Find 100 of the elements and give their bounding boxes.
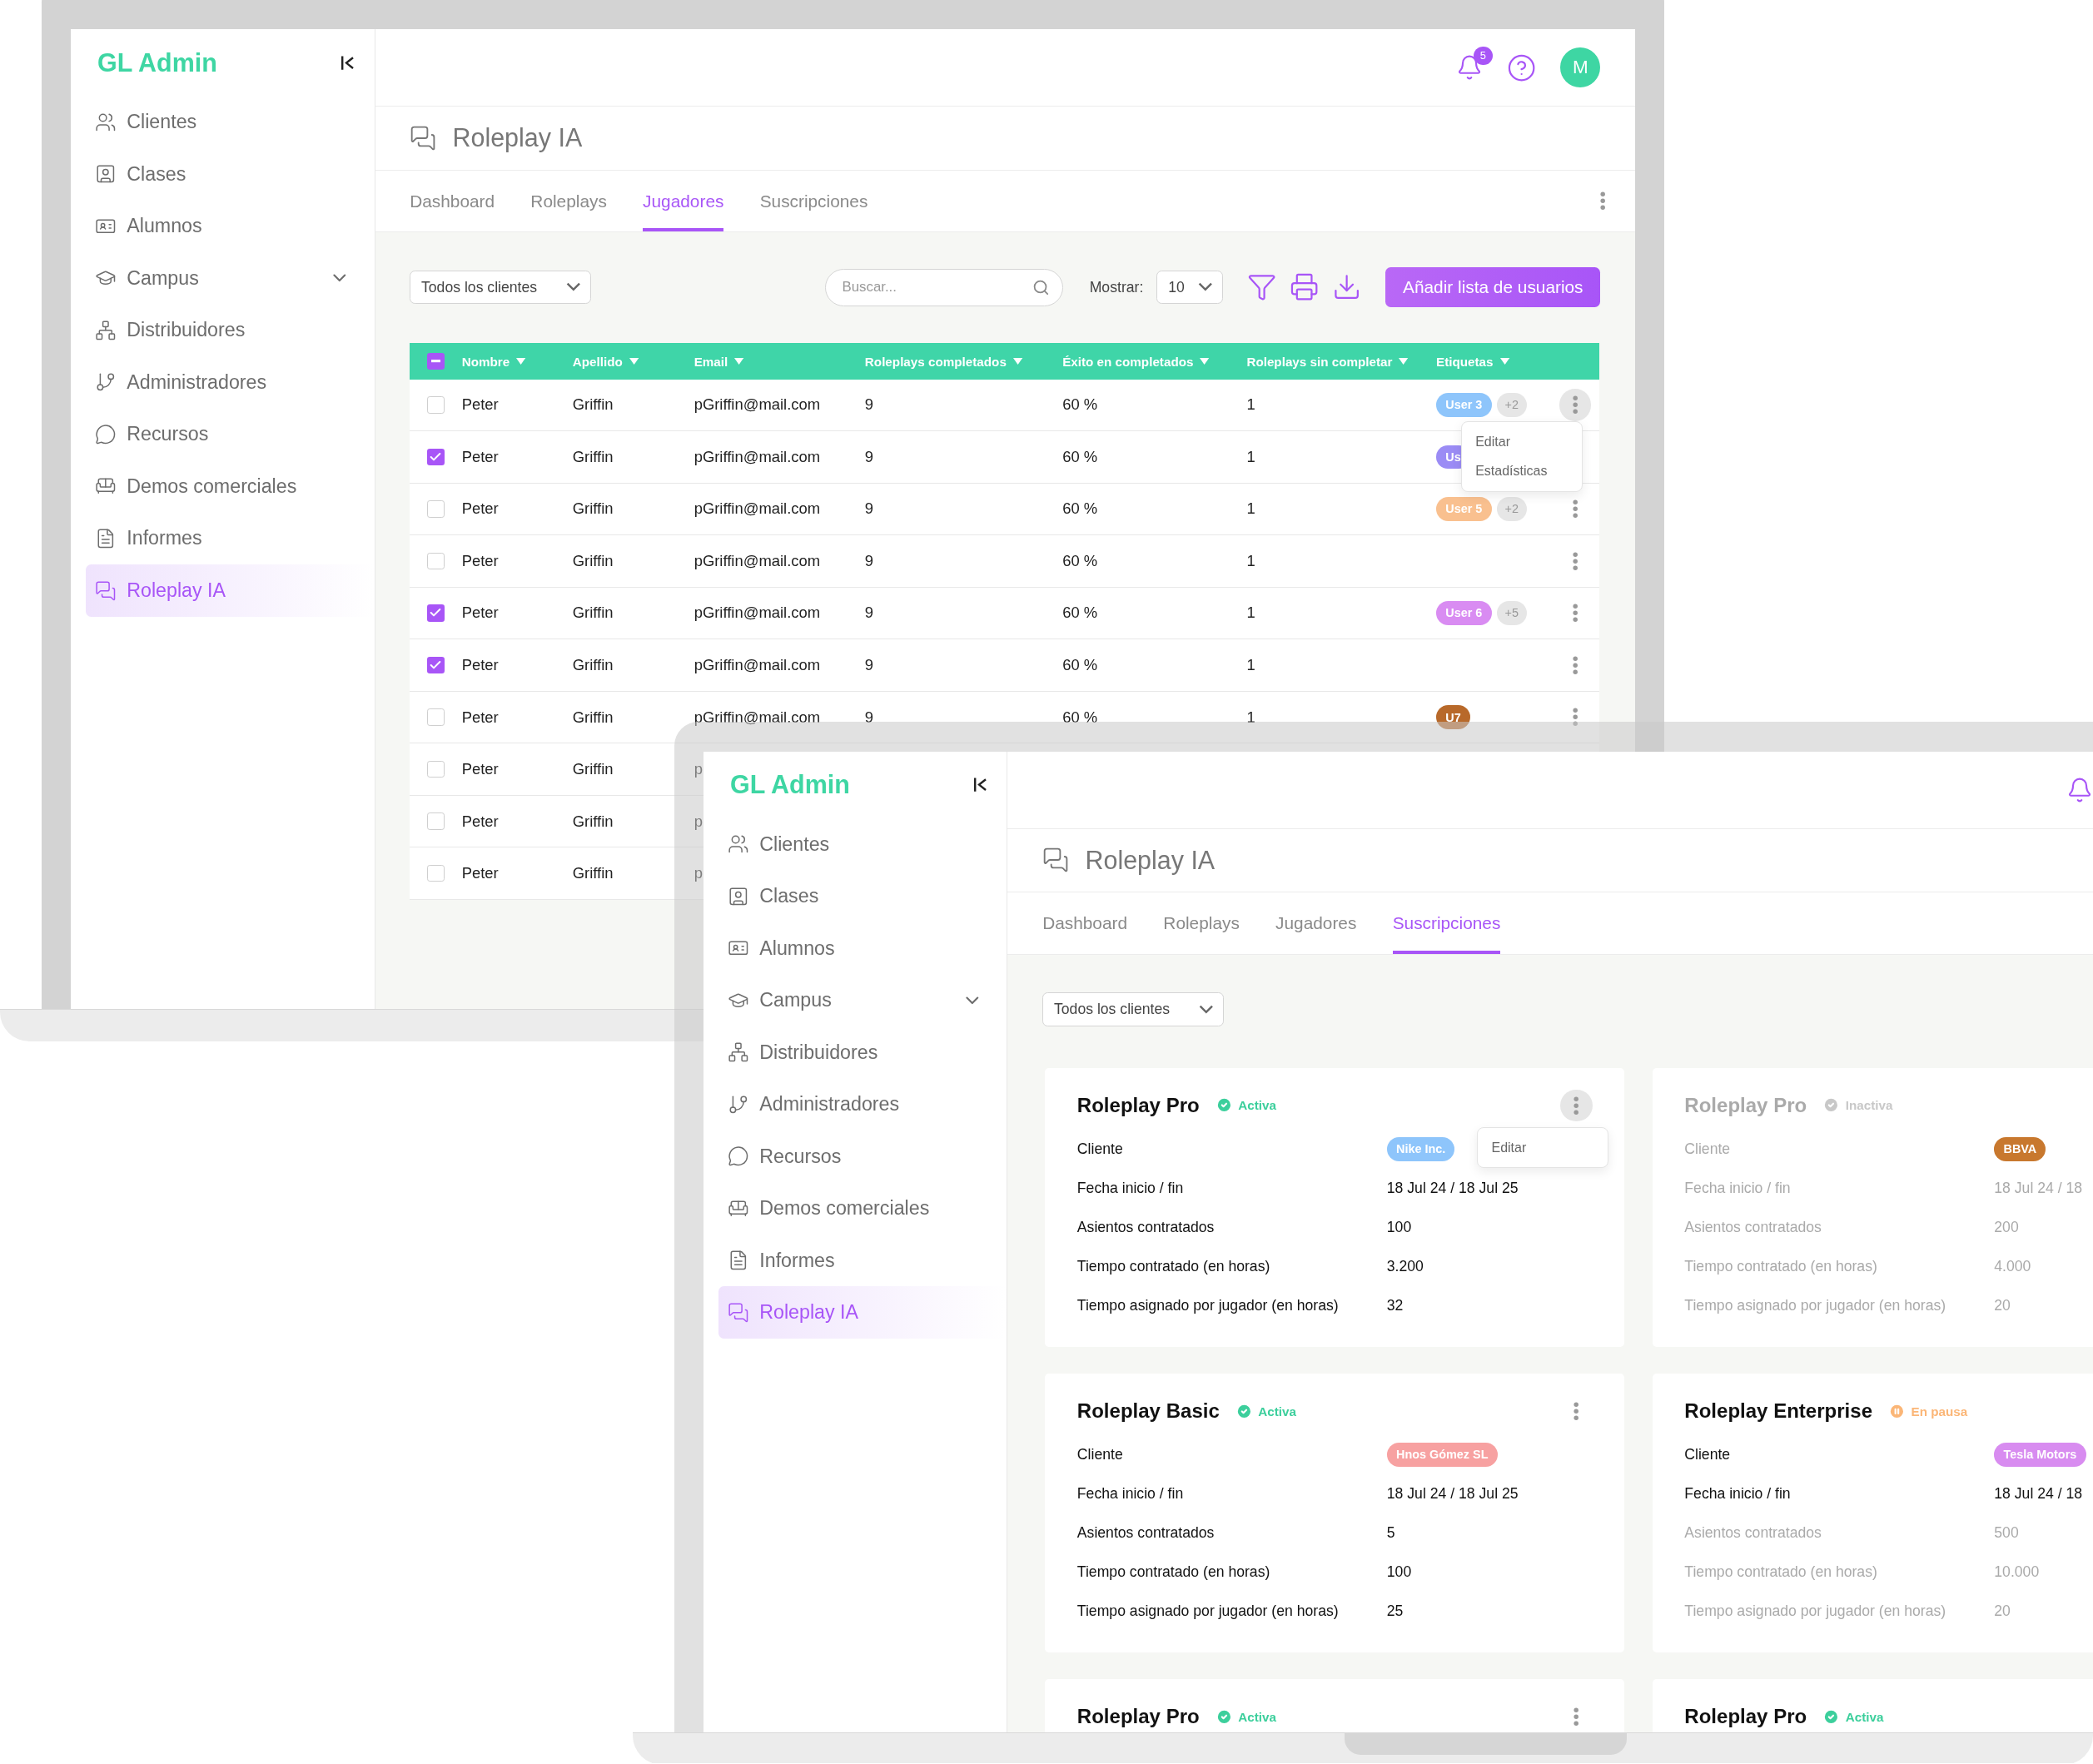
table-cell-text: Griffin	[572, 395, 614, 415]
sidebar-item[interactable]: Campus	[703, 974, 1007, 1026]
client-tag: Tesla Motors	[1994, 1442, 2086, 1467]
sidebar-item[interactable]: Informes	[703, 1234, 1007, 1287]
page-title: Roleplay IA	[1085, 845, 1216, 875]
menu-item-icon	[94, 319, 117, 341]
printer-icon[interactable]	[1289, 272, 1320, 302]
chat-icon	[1042, 847, 1070, 874]
tab[interactable]: Suscripciones	[759, 170, 868, 232]
field-label: Asientos contratados	[1076, 1218, 1216, 1236]
table-cell-text: Griffin	[572, 604, 614, 623]
table-cell-text: pGriffin@mail.com	[694, 551, 822, 570]
table-cell-text: Peter	[461, 864, 500, 883]
sidebar-item[interactable]: Campus	[70, 251, 375, 305]
field-label: Fecha inicio / fin	[1684, 1484, 1792, 1503]
kebab-icon	[1572, 655, 1578, 675]
menu-item-icon	[727, 1041, 749, 1063]
sidebar-item[interactable]: Alumnos	[703, 922, 1007, 975]
table-cell-text: 1	[1246, 708, 1256, 727]
sidebar-item[interactable]: Administradores	[70, 356, 375, 409]
sidebar-item[interactable]: Clientes	[703, 817, 1007, 871]
table-cell-text: Peter	[461, 395, 500, 415]
table-cell-text: Peter	[461, 499, 500, 519]
field-label: Asientos contratados	[1684, 1523, 1822, 1542]
chevron-icon	[1197, 282, 1213, 292]
table-cell-text: 60 %	[1062, 499, 1099, 519]
field-value: 32	[1386, 1296, 1404, 1314]
filter-icon[interactable]	[1246, 272, 1276, 302]
tab[interactable]: Roleplays	[1163, 892, 1240, 954]
kebab-icon	[1572, 604, 1578, 623]
sort-caret-icon	[1499, 358, 1509, 365]
row-checkbox[interactable]	[427, 812, 445, 830]
sidebar-item[interactable]: Demos comerciales	[70, 460, 375, 513]
card-title: Roleplay Pro	[1076, 1093, 1200, 1117]
tab[interactable]: Dashboard	[410, 170, 495, 232]
minus-icon	[430, 360, 440, 363]
menu-item-icon	[727, 885, 749, 907]
menu-item-icon	[727, 1301, 749, 1324]
sidebar-item[interactable]: Demos comerciales	[703, 1182, 1007, 1235]
tab[interactable]: Roleplays	[530, 170, 607, 232]
field-label: Tiempo asignado por jugador (en horas)	[1684, 1296, 1947, 1314]
sidebar-item[interactable]: Recursos	[703, 1130, 1007, 1183]
sidebar-item[interactable]: Clases	[703, 870, 1007, 922]
row-checkbox[interactable]	[427, 604, 445, 622]
sidebar-item[interactable]: Recursos	[70, 408, 375, 461]
table-cell-text: Griffin	[572, 864, 614, 883]
field-value: 500	[1994, 1523, 2020, 1542]
sidebar-item[interactable]: Distribuidores	[70, 304, 375, 356]
tab[interactable]: Dashboard	[1042, 892, 1128, 954]
sidebar-item[interactable]: Clases	[70, 147, 375, 201]
row-checkbox[interactable]	[427, 500, 445, 518]
table-cell-text: pGriffin@mail.com	[694, 395, 822, 415]
table-cell-text: 60 %	[1062, 447, 1099, 466]
select-all-checkbox[interactable]	[427, 352, 445, 370]
client-dropdown[interactable]: Todos los clientes	[1042, 992, 1225, 1026]
chat-icon	[410, 124, 437, 152]
row-checkbox[interactable]	[427, 864, 445, 882]
table-cell-text: Griffin	[572, 499, 614, 519]
sidebar-item[interactable]: Alumnos	[70, 200, 375, 252]
row-checkbox[interactable]	[427, 552, 445, 570]
table-cell-text: 9	[864, 604, 875, 623]
kebab-icon	[1600, 191, 1606, 211]
menu-item[interactable]: Editar	[1478, 1132, 1608, 1162]
more-options-button[interactable]	[1600, 191, 1606, 211]
help-icon[interactable]	[1507, 52, 1537, 82]
table-cell-text: 9	[864, 708, 875, 727]
field-label: Cliente	[1076, 1445, 1124, 1463]
table-cell-text: 9	[864, 499, 875, 519]
sidebar-item[interactable]: Distribuidores	[703, 1026, 1007, 1079]
sidebar-item[interactable]: Informes	[70, 512, 375, 565]
field-value: 18 Jul 24 / 18 Jul 25	[1386, 1179, 1519, 1197]
search-field[interactable]: Buscar...	[825, 268, 1063, 306]
sidebar-item[interactable]: Administradores	[703, 1078, 1007, 1130]
page-size-dropdown[interactable]: 10	[1156, 270, 1223, 305]
tab[interactable]: Jugadores	[1275, 892, 1357, 954]
table-cell-text: pGriffin@mail.com	[694, 708, 822, 727]
field-label: Tiempo asignado por jugador (en horas)	[1076, 1296, 1340, 1314]
table-cell-text: p	[694, 864, 703, 883]
table-cell-text: Peter	[461, 812, 500, 831]
row-checkbox[interactable]	[427, 760, 445, 778]
field-value: 25	[1386, 1602, 1404, 1620]
field-label: Fecha inicio / fin	[1076, 1179, 1185, 1197]
field-label: Tiempo contratado (en horas)	[1076, 1257, 1271, 1275]
more-options-button[interactable]	[1560, 1089, 1593, 1122]
kebab-icon	[1572, 499, 1578, 519]
more-options-button[interactable]	[1559, 389, 1591, 421]
field-label: Cliente	[1684, 1445, 1732, 1463]
menu-item-icon	[727, 1145, 749, 1167]
table-cell-text: Peter	[461, 604, 500, 623]
row-checkbox[interactable]	[427, 448, 445, 466]
table-cell-text: Peter	[461, 656, 500, 674]
client-dropdown[interactable]: Todos los clientes	[410, 270, 592, 305]
row-checkbox[interactable]	[427, 656, 445, 674]
table-cell-text: 9	[864, 447, 875, 466]
card-title: Roleplay Enterprise	[1684, 1399, 1873, 1423]
row-checkbox[interactable]	[427, 708, 445, 726]
row-checkbox[interactable]	[427, 396, 445, 414]
table-cell-text: Griffin	[572, 656, 614, 674]
add-users-button[interactable]: Añadir lista de usuarios	[1385, 267, 1601, 308]
sidebar-item[interactable]: Clientes	[70, 96, 375, 148]
